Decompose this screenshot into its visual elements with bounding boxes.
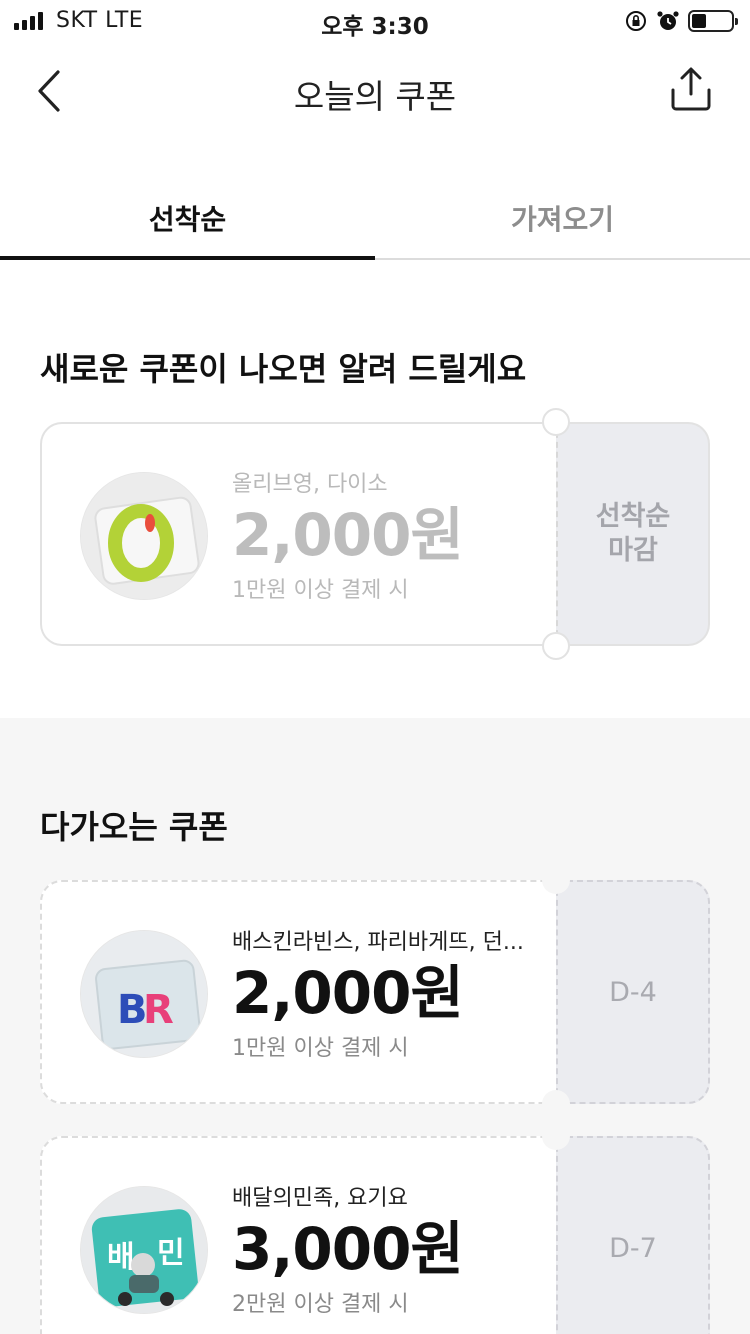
tab-first-come[interactable]: 선착순 xyxy=(0,178,375,260)
coupon-info: 배스킨라빈스, 파리바게뜨, 던... 2,000원 1만원 이상 결제 시 xyxy=(232,924,524,1062)
coupon-brand: 올리브영, 다이소 xyxy=(232,472,388,497)
coupon-status-label: 선착순 마감 xyxy=(595,501,671,566)
upcoming-coupon-card[interactable]: 배 민 배달의민족, 요기요 3,000원 2만원 이상 결제 시 D-7 xyxy=(40,1122,710,1334)
upcoming-coupon-heading: 다가오는 쿠폰 xyxy=(40,808,228,846)
nav-bar: 오늘의 쿠폰 xyxy=(0,56,750,126)
coupon-dday: D-7 xyxy=(609,1232,657,1264)
coupon-notch-top xyxy=(542,408,570,436)
coupon-amount: 3,000원 xyxy=(232,1215,464,1283)
baemin-logo-icon: 배 민 xyxy=(81,1187,207,1313)
coupon-condition: 1만원 이상 결제 시 xyxy=(232,1036,409,1061)
coupon-notch-bottom xyxy=(542,1090,570,1118)
alarm-icon xyxy=(657,11,679,30)
coupon-amount: 2,000원 xyxy=(232,959,464,1027)
lock-rotation-icon xyxy=(626,11,646,31)
coupon-amount: 2,000원 xyxy=(232,501,464,569)
coupon-condition: 2만원 이상 결제 시 xyxy=(232,1292,409,1317)
status-bar: SKT LTE 오후 3:30 xyxy=(0,0,750,40)
coupon-status-panel: 선착순 마감 xyxy=(556,422,710,646)
coupon-body: 배 민 배달의민족, 요기요 3,000원 2만원 이상 결제 시 xyxy=(40,1136,556,1334)
status-icons xyxy=(624,9,738,33)
svg-text:배: 배 xyxy=(107,1240,135,1275)
coupon-notch-top xyxy=(542,1122,570,1150)
oliveyoung-logo xyxy=(80,472,208,600)
upcoming-coupon-card[interactable]: B R 배스킨라빈스, 파리바게뜨, 던... 2,000원 1만원 이상 결제… xyxy=(40,866,710,1118)
coupon-brand: 배스킨라빈스, 파리바게뜨, 던... xyxy=(232,930,524,955)
coupon-body: B R 배스킨라빈스, 파리바게뜨, 던... 2,000원 1만원 이상 결제… xyxy=(40,880,556,1104)
share-icon[interactable] xyxy=(668,66,714,112)
new-coupon-heading: 새로운 쿠폰이 나오면 알려 드릴게요 xyxy=(40,350,527,388)
coupon-condition: 1만원 이상 결제 시 xyxy=(232,578,409,603)
battery-icon xyxy=(688,10,738,32)
page-title: 오늘의 쿠폰 xyxy=(293,77,457,116)
tab-get[interactable]: 가져오기 xyxy=(375,178,750,258)
tab-bar: 선착순 가져오기 xyxy=(0,178,750,260)
svg-text:R: R xyxy=(143,987,174,1033)
coupon-dday: D-4 xyxy=(609,976,657,1008)
baskin-robbins-logo-icon: B R xyxy=(81,931,207,1057)
coupon-body: 올리브영, 다이소 2,000원 1만원 이상 결제 시 xyxy=(40,422,556,646)
coupon-info: 올리브영, 다이소 2,000원 1만원 이상 결제 시 xyxy=(232,466,464,604)
coupon-dday-panel: D-4 xyxy=(556,880,710,1104)
oliveyoung-logo-icon xyxy=(81,473,207,599)
coupon-info: 배달의민족, 요기요 3,000원 2만원 이상 결제 시 xyxy=(232,1180,464,1318)
baemin-logo: 배 민 xyxy=(80,1186,208,1314)
baskin-robbins-logo: B R xyxy=(80,930,208,1058)
coupon-notch-top xyxy=(542,866,570,894)
coupon-brand: 배달의민족, 요기요 xyxy=(232,1186,408,1211)
svg-text:민: 민 xyxy=(157,1236,185,1271)
coupon-notch-bottom xyxy=(542,632,570,660)
closed-coupon-card[interactable]: 올리브영, 다이소 2,000원 1만원 이상 결제 시 선착순 마감 xyxy=(40,408,710,660)
coupon-dday-panel: D-7 xyxy=(556,1136,710,1334)
